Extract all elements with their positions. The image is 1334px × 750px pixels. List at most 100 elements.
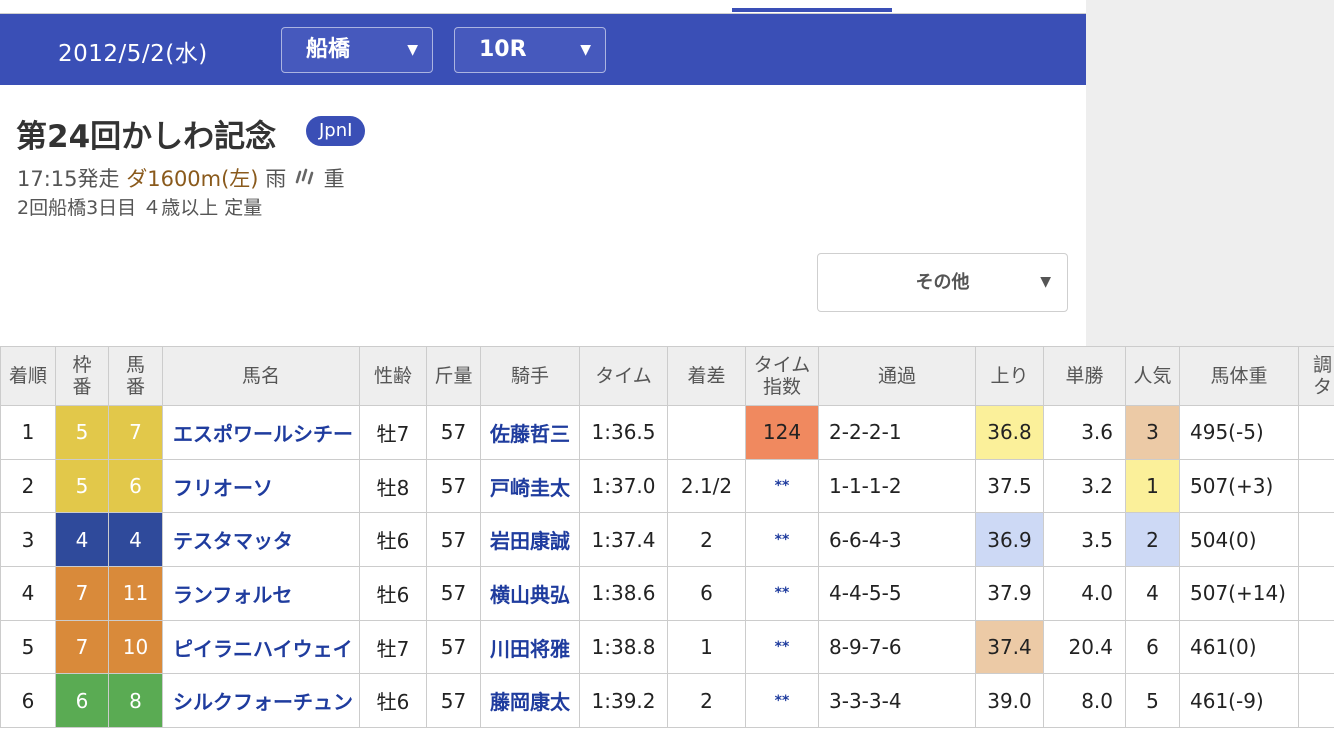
cell-time: 1:37.4: [579, 512, 668, 568]
cell-odds: 3.6: [1043, 405, 1126, 460]
other-dropdown-label: その他: [915, 272, 970, 293]
cell-body: 507(+3): [1179, 458, 1299, 514]
cell-time: 1:36.5: [579, 405, 668, 460]
cell-pop: 1: [1125, 458, 1180, 514]
cell-passing: 8-9-7-6: [818, 619, 976, 675]
cell-body: 461(0): [1179, 619, 1299, 675]
column-header: 馬体重: [1179, 346, 1299, 406]
cell-passing: 3-3-3-4: [818, 673, 976, 729]
race-number-select[interactable]: 10R ▼: [454, 27, 606, 73]
cell-rank: 1: [0, 405, 56, 460]
cell-rank: 2: [0, 458, 56, 514]
cell-margin: 2.1/2: [667, 458, 746, 514]
cell-uma: 11: [108, 566, 163, 621]
column-header: 斤量: [426, 346, 481, 406]
column-header: タイム 指数: [745, 346, 819, 406]
cell-jockey[interactable]: 藤岡康太: [480, 673, 580, 729]
cell-time: 1:38.8: [579, 619, 668, 675]
venue-select-value: 船橋: [306, 37, 351, 62]
cell-odds: 4.0: [1043, 566, 1126, 621]
cell-jockey[interactable]: 横山典弘: [480, 566, 580, 621]
chevron-down-icon: ▼: [1040, 274, 1051, 290]
cell-name[interactable]: シルクフォーチュン: [162, 673, 360, 729]
race-info-line: 17:15発走 ダ1600m(左) 雨 重: [17, 163, 345, 193]
cell-weight: 57: [426, 673, 481, 729]
cell-passing: 1-1-1-2: [818, 458, 976, 514]
column-header: 人気: [1125, 346, 1180, 406]
cell-extra: [1298, 512, 1334, 568]
cell-last3f: 36.8: [975, 405, 1044, 460]
cell-index: **: [745, 619, 819, 675]
top-tab-active-indicator: [732, 8, 892, 12]
venue-select[interactable]: 船橋 ▼: [281, 27, 433, 73]
race-date: 2012/5/2(水): [58, 41, 208, 67]
column-header: 着差: [667, 346, 746, 406]
cell-waku: 5: [55, 458, 109, 514]
cell-margin: 6: [667, 566, 746, 621]
cell-waku: 6: [55, 673, 109, 729]
cell-body: 461(-9): [1179, 673, 1299, 729]
cell-jockey[interactable]: 戸崎圭太: [480, 458, 580, 514]
cell-pop: 4: [1125, 566, 1180, 621]
column-header: 上り: [975, 346, 1044, 406]
cell-margin: 2: [667, 512, 746, 568]
course-info: ダ1600m(左): [126, 167, 259, 191]
cell-name[interactable]: フリオーソ: [162, 458, 360, 514]
cell-passing: 6-6-4-3: [818, 512, 976, 568]
cell-uma: 4: [108, 512, 163, 568]
cell-name[interactable]: テスタマッタ: [162, 512, 360, 568]
cell-margin: 2: [667, 673, 746, 729]
column-header: 通過: [818, 346, 976, 406]
column-header: 騎手: [480, 346, 580, 406]
top-tab-strip: [0, 0, 1086, 14]
cell-index: **: [745, 673, 819, 729]
cell-pop: 6: [1125, 619, 1180, 675]
table-header-row: 着順枠番馬番馬名 性齢 斤量 騎手 タイム 着差 タイム 指数 通過 上り 単勝 人気 馬体重調タ: [0, 346, 1334, 406]
cell-name[interactable]: ピイラニハイウェイ: [162, 619, 360, 675]
cell-last3f: 37.4: [975, 619, 1044, 675]
cell-uma: 8: [108, 673, 163, 729]
cell-waku: 5: [55, 405, 109, 460]
cell-uma: 10: [108, 619, 163, 675]
cell-jockey[interactable]: 佐藤哲三: [480, 405, 580, 460]
start-time: 17:15発走: [17, 167, 120, 191]
column-header: 着順: [0, 346, 56, 406]
cell-passing: 4-4-5-5: [818, 566, 976, 621]
cell-sex-age: 牡6: [359, 673, 427, 729]
cell-rank: 4: [0, 566, 56, 621]
cell-odds: 3.2: [1043, 458, 1126, 514]
cell-name[interactable]: エスポワールシチー: [162, 405, 360, 460]
table-row: 6 6 8 シルクフォーチュン 牡6 57 藤岡康太 1:39.2 2 ** 3-3-3-4 39.0…: [0, 673, 1334, 729]
chevron-down-icon: ▼: [580, 42, 591, 58]
cell-weight: 57: [426, 619, 481, 675]
grade-badge: JpnI: [306, 116, 366, 146]
cell-extra: [1298, 619, 1334, 675]
cell-time: 1:38.6: [579, 566, 668, 621]
app-root: 2012/5/2(水) 船橋 ▼ 10R ▼ 第24回かしわ記念 JpnI 17…: [0, 0, 1334, 750]
cell-sex-age: 牡6: [359, 512, 427, 568]
cell-sex-age: 牡7: [359, 619, 427, 675]
cell-extra: [1298, 405, 1334, 460]
cell-uma: 6: [108, 458, 163, 514]
results-table-container[interactable]: 着順枠番馬番馬名 性齢 斤量 騎手 タイム 着差 タイム 指数 通過 上り 単勝 人気 馬体重調タ 15…: [0, 346, 1334, 750]
column-header: 馬名: [162, 346, 360, 406]
cell-time: 1:37.0: [579, 458, 668, 514]
cell-margin: 1: [667, 619, 746, 675]
cell-rank: 5: [0, 619, 56, 675]
cell-odds: 3.5: [1043, 512, 1126, 568]
rain-icon: [295, 168, 314, 185]
cell-odds: 8.0: [1043, 673, 1126, 729]
cell-extra: [1298, 566, 1334, 621]
cell-odds: 20.4: [1043, 619, 1126, 675]
cell-jockey[interactable]: 岩田康誠: [480, 512, 580, 568]
other-dropdown[interactable]: その他 ▼: [817, 253, 1068, 312]
cell-index: 124: [745, 405, 819, 460]
race-meta-line: 2回船橋3日目 ４歳以上 定量: [17, 197, 263, 219]
cell-last3f: 39.0: [975, 673, 1044, 729]
race-number-value: 10R: [479, 37, 527, 62]
cell-last3f: 37.5: [975, 458, 1044, 514]
right-gutter: [1086, 0, 1334, 346]
cell-jockey[interactable]: 川田将雅: [480, 619, 580, 675]
cell-weight: 57: [426, 405, 481, 460]
cell-name[interactable]: ランフォルセ: [162, 566, 360, 621]
